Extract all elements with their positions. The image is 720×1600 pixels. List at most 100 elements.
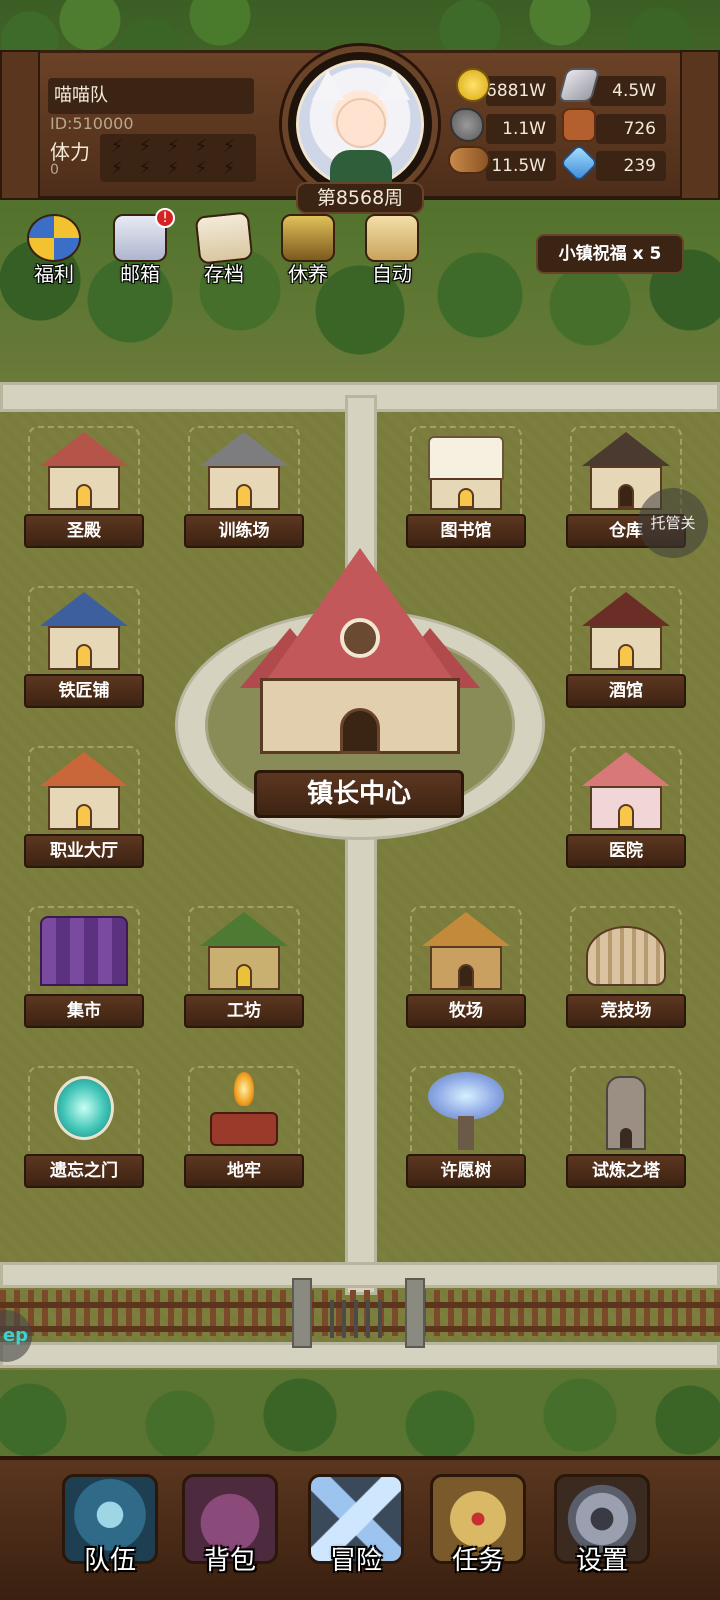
building-job-hall[interactable]: 职业大厅 bbox=[24, 738, 144, 868]
lightning-icon: ⚡ bbox=[166, 158, 180, 179]
avatar-face bbox=[336, 98, 386, 148]
building-blacksmith[interactable]: 铁匠铺 bbox=[24, 578, 144, 708]
building-label: 图书馆 bbox=[406, 514, 526, 548]
lightning-icon: ⚡ bbox=[110, 136, 124, 157]
auto-button[interactable]: 自动 bbox=[356, 214, 428, 287]
nav-adventure-button[interactable]: 冒险 bbox=[298, 1474, 414, 1598]
rest-button[interactable]: 休养 bbox=[272, 214, 344, 287]
nav-settings-label: 设置 bbox=[575, 1546, 628, 1576]
building-ranch[interactable]: 牧场 bbox=[406, 898, 526, 1028]
hall-door bbox=[340, 708, 380, 754]
building-label: 铁匠铺 bbox=[24, 674, 144, 708]
hall-roof bbox=[268, 548, 452, 678]
building-forgotten-gate[interactable]: 遗忘之门 bbox=[24, 1058, 144, 1188]
tavern-icon bbox=[582, 592, 670, 672]
tower-icon bbox=[582, 1072, 670, 1152]
tree-icon bbox=[422, 1072, 510, 1152]
anvil-house-icon bbox=[40, 592, 128, 672]
building-label: 圣殿 bbox=[24, 514, 144, 548]
building-label: 职业大厅 bbox=[24, 834, 144, 868]
stone-amount: 1.1W bbox=[486, 114, 556, 144]
auto-label: 自动 bbox=[372, 262, 412, 286]
center-road bbox=[345, 395, 377, 1295]
building-label: 训练场 bbox=[184, 514, 304, 548]
scroll-quill-icon bbox=[194, 211, 254, 265]
nav-team-label: 队伍 bbox=[83, 1546, 136, 1576]
building-temple[interactable]: 圣殿 bbox=[24, 418, 144, 548]
welfare-button[interactable]: 福利 bbox=[18, 214, 90, 287]
lightning-icon: ⚡ bbox=[138, 136, 152, 157]
outer-road bbox=[0, 1342, 720, 1368]
gate-pillar bbox=[405, 1278, 425, 1348]
ranch-barn-icon bbox=[422, 912, 510, 992]
stamina-label: 体力 bbox=[50, 140, 90, 164]
lightning-icon: ⚡ bbox=[222, 158, 236, 179]
iron-amount: 4.5W bbox=[590, 76, 666, 106]
building-dungeon[interactable]: 地牢 bbox=[184, 1058, 304, 1188]
building-tavern[interactable]: 酒馆 bbox=[566, 578, 686, 708]
mail-icon: ! bbox=[113, 208, 175, 262]
mail-label: 邮箱 bbox=[120, 262, 160, 286]
building-arena[interactable]: 竞技场 bbox=[566, 898, 686, 1028]
gold-coin-icon bbox=[456, 68, 490, 102]
lightning-icon: ⚡ bbox=[138, 158, 152, 179]
leather-amount: 726 bbox=[596, 114, 666, 144]
stamina-value: 0 bbox=[50, 162, 59, 178]
building-workshop[interactable]: 工坊 bbox=[184, 898, 304, 1028]
wood-post bbox=[680, 50, 720, 200]
nav-quest-label: 任务 bbox=[451, 1546, 504, 1576]
wood-log-icon bbox=[448, 146, 490, 174]
lightning-icon: ⚡ bbox=[194, 136, 208, 157]
auto-host-floating-button[interactable]: 托管关 bbox=[638, 488, 708, 558]
wood-amount: 11.5W bbox=[486, 151, 556, 181]
round-window-icon bbox=[340, 618, 380, 658]
lightning-icon: ⚡ bbox=[222, 136, 236, 157]
lightning-icon: ⚡ bbox=[166, 136, 180, 157]
building-training-ground[interactable]: 训练场 bbox=[184, 418, 304, 548]
temple-icon bbox=[40, 432, 128, 512]
building-label: 牧场 bbox=[406, 994, 526, 1028]
save-button[interactable]: 存档 bbox=[188, 211, 260, 287]
stone-icon bbox=[450, 108, 484, 142]
building-label: 集市 bbox=[24, 994, 144, 1028]
building-label: 试炼之塔 bbox=[566, 1154, 686, 1188]
town-blessing-button[interactable]: 小镇祝福 x 5 bbox=[536, 234, 684, 274]
bottom-road bbox=[0, 1262, 720, 1288]
market-tent-icon bbox=[40, 912, 128, 992]
colosseum-icon bbox=[582, 912, 670, 992]
fire-altar-icon bbox=[200, 1072, 288, 1152]
wood-post bbox=[0, 50, 40, 200]
building-hospital[interactable]: 医院 bbox=[566, 738, 686, 868]
team-name[interactable]: 喵喵队 bbox=[48, 78, 254, 114]
leather-icon bbox=[562, 108, 596, 142]
building-trial-tower[interactable]: 试炼之塔 bbox=[566, 1058, 686, 1188]
hospital-cross-icon bbox=[582, 752, 670, 832]
week-counter: 第8568周 bbox=[296, 182, 424, 214]
building-library[interactable]: 图书馆 bbox=[406, 418, 526, 548]
building-label: 工坊 bbox=[184, 994, 304, 1028]
nav-team-button[interactable]: 队伍 bbox=[52, 1474, 168, 1598]
nav-bag-label: 背包 bbox=[203, 1546, 256, 1576]
mail-button[interactable]: ! 邮箱 bbox=[104, 208, 176, 287]
building-label: 医院 bbox=[566, 834, 686, 868]
save-label: 存档 bbox=[204, 262, 244, 286]
rest-label: 休养 bbox=[288, 262, 328, 286]
forest-bottom bbox=[0, 1370, 720, 1460]
welfare-label: 福利 bbox=[34, 262, 74, 286]
nav-quest-button[interactable]: 任务 bbox=[420, 1474, 536, 1598]
town-gate bbox=[330, 1300, 390, 1338]
cat-ear-icon bbox=[378, 70, 410, 100]
training-ground-icon bbox=[200, 432, 288, 512]
gate-pillar bbox=[292, 1278, 312, 1348]
nav-bag-button[interactable]: 背包 bbox=[172, 1474, 288, 1598]
stamina-bolts: ⚡ ⚡ ⚡ ⚡ ⚡ ⚡ ⚡ ⚡ ⚡ ⚡ bbox=[100, 134, 256, 182]
portal-icon bbox=[40, 1072, 128, 1152]
building-market[interactable]: 集市 bbox=[24, 898, 144, 1028]
building-town-hall[interactable] bbox=[240, 548, 480, 768]
building-label: 遗忘之门 bbox=[24, 1154, 144, 1188]
town-hall-label[interactable]: 镇长中心 bbox=[254, 770, 464, 818]
nav-settings-button[interactable]: 设置 bbox=[544, 1474, 660, 1598]
lightning-icon: ⚡ bbox=[110, 158, 124, 179]
lightning-icon: ⚡ bbox=[194, 158, 208, 179]
building-wish-tree[interactable]: 许愿树 bbox=[406, 1058, 526, 1188]
